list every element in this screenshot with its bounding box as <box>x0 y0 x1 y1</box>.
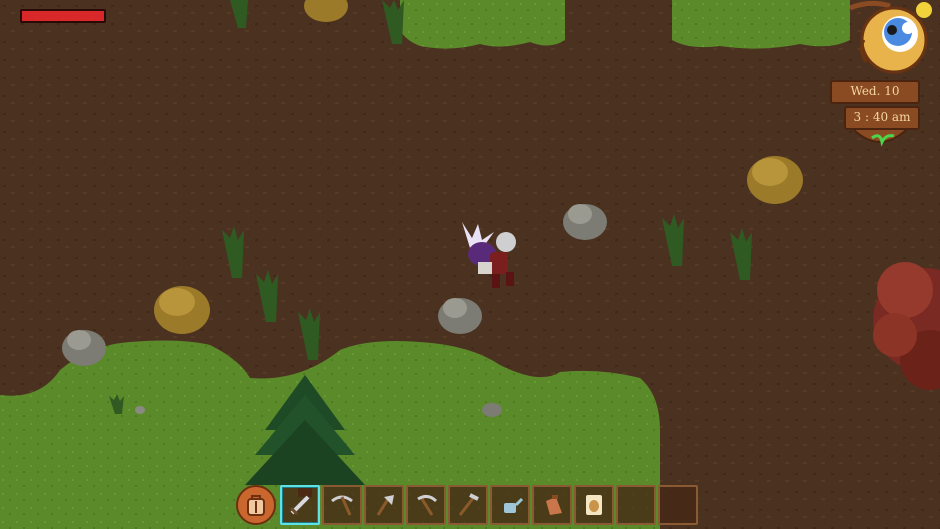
health-bar-fill <box>22 11 104 21</box>
day-label: Wed. 10 <box>830 80 920 104</box>
hotbar <box>236 485 698 529</box>
dry-bush <box>154 286 210 334</box>
hotbar-slot-6[interactable] <box>490 485 530 525</box>
health-bar <box>20 9 106 23</box>
inventory-bag-button[interactable] <box>236 485 276 525</box>
hotbar-slot-10[interactable] <box>658 485 698 525</box>
pickaxe-icon <box>331 495 353 516</box>
sword-icon <box>289 495 310 516</box>
rock <box>62 330 106 366</box>
watering-can-icon <box>504 497 524 513</box>
clock-panel: Wed. 10 3 : 40 am <box>830 0 932 160</box>
hoe-icon <box>458 493 479 516</box>
hotbar-slot-4[interactable] <box>406 485 446 525</box>
seed-bag-icon <box>546 495 562 515</box>
rock <box>438 298 482 334</box>
hotbar-slot-7[interactable] <box>532 485 572 525</box>
seed-packet-icon <box>586 495 602 515</box>
axe-icon <box>376 495 394 516</box>
scythe-icon <box>417 494 438 516</box>
hotbar-slot-5[interactable] <box>448 485 488 525</box>
hotbar-slot-8[interactable] <box>574 485 614 525</box>
game-world <box>0 0 940 529</box>
time-label: 3 : 40 am <box>844 106 920 130</box>
hotbar-slot-2[interactable] <box>322 485 362 525</box>
hotbar-slot-1[interactable] <box>280 485 320 525</box>
rock <box>135 406 145 414</box>
rock <box>482 403 502 417</box>
grass-patch-top <box>400 0 565 49</box>
sundial-clock-icon <box>850 0 932 74</box>
grass-patch-top-right <box>672 0 850 49</box>
backpack-icon <box>247 495 265 516</box>
dry-bush <box>747 156 803 204</box>
weather-sprout-icon <box>853 129 907 147</box>
hotbar-slot-3[interactable] <box>364 485 404 525</box>
rock <box>563 204 607 240</box>
hotbar-slot-9[interactable] <box>616 485 656 525</box>
